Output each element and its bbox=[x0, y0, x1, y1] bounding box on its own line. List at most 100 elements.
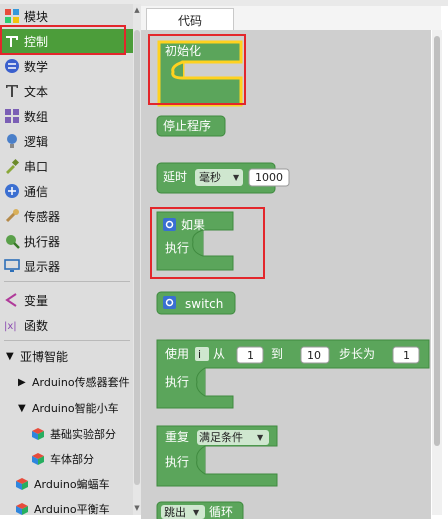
dropdown-arrow-icon: ▼ bbox=[233, 173, 240, 182]
math-icon bbox=[4, 58, 20, 74]
for-do-label: 执行 bbox=[165, 375, 189, 389]
category-variable[interactable]: 变量 bbox=[0, 288, 133, 312]
to-value: 10 bbox=[307, 349, 321, 362]
sidebar-divider bbox=[4, 340, 130, 341]
delay-value: 1000 bbox=[255, 171, 283, 184]
flyout-scrollbar[interactable] bbox=[432, 30, 442, 515]
annotation-box-if bbox=[150, 207, 265, 279]
sidebar-divider bbox=[4, 281, 130, 282]
category-display[interactable]: 显示器 bbox=[0, 254, 133, 278]
variable-icon bbox=[4, 292, 20, 308]
stop-label: 停止程序 bbox=[163, 118, 211, 133]
display-icon bbox=[4, 258, 20, 274]
svg-text:|x|: |x| bbox=[4, 321, 17, 332]
category-math[interactable]: 数学 bbox=[0, 54, 133, 78]
category-sidebar: 模块 控制 数学 文本 数组 逻辑 串口 通信 传感器 执行器 显示器 变量 |… bbox=[0, 4, 133, 515]
gear-icon[interactable] bbox=[163, 296, 176, 309]
annotation-box-init bbox=[148, 34, 246, 105]
sensor-icon bbox=[4, 208, 20, 224]
tab-code[interactable]: 代码 bbox=[146, 8, 234, 31]
for-to-label: 到 bbox=[271, 347, 283, 361]
tree-label: Arduino智能小车 bbox=[32, 402, 119, 415]
tree-node-yahboom[interactable]: ▼ 亚博智能 bbox=[0, 344, 133, 368]
category-function[interactable]: |x| 函数 bbox=[0, 313, 133, 337]
category-label: 文本 bbox=[24, 84, 49, 99]
category-label: 显示器 bbox=[24, 259, 61, 274]
repeat-do-label: 执行 bbox=[165, 455, 189, 469]
repeat-label: 重复 bbox=[165, 430, 189, 444]
loop-variable: i bbox=[198, 348, 201, 361]
annotation-box-control bbox=[0, 25, 126, 55]
break-loop-label: 循环 bbox=[209, 505, 233, 519]
category-actuator[interactable]: 执行器 bbox=[0, 229, 133, 253]
delay-unit-value: 毫秒 bbox=[199, 170, 221, 184]
tree-node-bat-car[interactable]: Arduino蝙蝠车 bbox=[0, 472, 133, 496]
expanded-triangle-icon: ▼ bbox=[6, 350, 14, 362]
cube-icon bbox=[30, 426, 46, 442]
category-label: 传感器 bbox=[24, 209, 61, 224]
category-sensor[interactable]: 传感器 bbox=[0, 204, 133, 228]
switch-label: switch bbox=[185, 297, 223, 311]
tree-node-sensor-kit[interactable]: ▶ Arduino传感器套件 bbox=[0, 370, 133, 394]
category-serial[interactable]: 串口 bbox=[0, 154, 133, 178]
category-label: 数学 bbox=[24, 59, 49, 74]
stop-program-block[interactable]: 停止程序 bbox=[156, 115, 226, 137]
tree-label: 基础实验部分 bbox=[50, 428, 116, 441]
tab-label: 代码 bbox=[177, 13, 202, 28]
tree-node-smart-car[interactable]: ▼ Arduino智能小车 bbox=[0, 396, 133, 420]
category-communication[interactable]: 通信 bbox=[0, 179, 133, 203]
cube-icon bbox=[14, 501, 30, 515]
step-value: 1 bbox=[403, 349, 410, 362]
delay-label: 延时 bbox=[163, 170, 187, 184]
tree-label: 亚博智能 bbox=[20, 349, 69, 364]
actuator-icon bbox=[4, 233, 20, 249]
cube-icon bbox=[30, 451, 46, 467]
for-loop-block[interactable]: 使用 i 从 1 到 10 步长为 1 执行 bbox=[156, 339, 430, 409]
for-from-label: 从 bbox=[213, 347, 225, 361]
category-label: 通信 bbox=[24, 184, 49, 199]
category-label: 函数 bbox=[24, 318, 49, 333]
category-array[interactable]: 数组 bbox=[0, 104, 133, 128]
for-step-label: 步长为 bbox=[339, 347, 375, 361]
break-loop-block[interactable]: 跳出 ▼ 循环 bbox=[156, 501, 244, 519]
bulb-icon bbox=[4, 133, 20, 149]
flyout-scroll-thumb[interactable] bbox=[434, 36, 440, 446]
tree-label: 车体部分 bbox=[50, 453, 94, 466]
serial-icon bbox=[4, 158, 20, 174]
category-label: 逻辑 bbox=[24, 134, 49, 149]
switch-block[interactable]: switch bbox=[156, 291, 236, 315]
category-label: 执行器 bbox=[24, 234, 61, 249]
expanded-triangle-icon: ▼ bbox=[18, 402, 26, 414]
from-value: 1 bbox=[247, 349, 254, 362]
dropdown-arrow-icon: ▼ bbox=[193, 508, 200, 517]
category-label: 模块 bbox=[24, 9, 49, 24]
puzzle-icon bbox=[4, 8, 20, 24]
scroll-down-icon[interactable]: ▼ bbox=[133, 504, 141, 512]
sidebar-scrollbar[interactable]: ▲ ▼ bbox=[133, 4, 141, 515]
category-text[interactable]: 文本 bbox=[0, 79, 133, 103]
scroll-up-icon[interactable]: ▲ bbox=[133, 6, 141, 14]
function-icon: |x| bbox=[4, 317, 20, 333]
category-label: 串口 bbox=[24, 159, 49, 174]
repeat-condition: 满足条件 bbox=[199, 430, 243, 444]
tree-label: Arduino平衡车 bbox=[34, 503, 110, 515]
tree-label: Arduino蝙蝠车 bbox=[34, 478, 110, 491]
tree-node-balance-car[interactable]: Arduino平衡车 bbox=[0, 497, 133, 515]
repeat-while-block[interactable]: 重复 满足条件 ▼ 执行 bbox=[156, 425, 278, 487]
collapsed-triangle-icon: ▶ bbox=[18, 376, 26, 388]
tree-label: Arduino传感器套件 bbox=[32, 376, 130, 389]
tree-node-basic-experiments[interactable]: 基础实验部分 bbox=[0, 422, 133, 446]
dropdown-arrow-icon: ▼ bbox=[257, 433, 264, 442]
delay-block[interactable]: 延时 毫秒 ▼ 1000 bbox=[156, 162, 290, 194]
text-icon bbox=[4, 83, 20, 99]
tree-node-car-body[interactable]: 车体部分 bbox=[0, 447, 133, 471]
cube-icon bbox=[14, 476, 30, 492]
communication-icon bbox=[4, 183, 20, 199]
category-label: 数组 bbox=[24, 109, 49, 124]
for-use-label: 使用 bbox=[165, 346, 189, 361]
sidebar-scroll-thumb[interactable] bbox=[134, 30, 140, 485]
array-icon bbox=[4, 108, 20, 124]
category-label: 变量 bbox=[24, 293, 49, 308]
break-label: 跳出 bbox=[164, 505, 186, 519]
category-logic[interactable]: 逻辑 bbox=[0, 129, 133, 153]
